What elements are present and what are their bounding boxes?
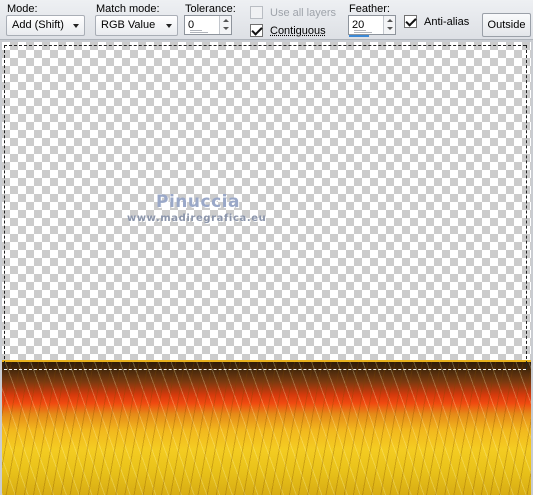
watermark-url: www.madiregrafica.eu — [127, 213, 267, 224]
feather-level-bar — [349, 35, 369, 37]
contiguous-checkbox[interactable] — [250, 24, 263, 37]
spin-up-icon — [223, 19, 229, 22]
mode-label: Mode: — [7, 3, 38, 15]
watermark-name: Pinuccia — [156, 192, 240, 212]
selection-marquee-top — [4, 45, 526, 46]
tool-options-bar: Mode: Add (Shift) Match mode: RGB Value … — [0, 0, 533, 40]
selection-marquee-bottom — [4, 369, 526, 370]
image-canvas[interactable]: Pinuccia www.madiregrafica.eu — [2, 42, 531, 495]
fire-ground-image — [2, 360, 531, 495]
match-mode-value: RGB Value — [101, 19, 156, 31]
anti-alias-checkbox[interactable] — [404, 15, 417, 28]
outside-button[interactable]: Outside — [482, 13, 531, 37]
anti-alias-label: Anti-alias — [424, 16, 470, 28]
use-all-layers-label: Use all layers — [270, 7, 337, 19]
tolerance-spinner[interactable] — [219, 16, 231, 34]
feather-spinner[interactable] — [383, 16, 395, 34]
ground-edge-line — [2, 360, 531, 362]
mode-dropdown[interactable]: Add (Shift) — [6, 15, 85, 36]
match-mode-label: Match mode: — [96, 3, 160, 15]
use-all-layers-checkbox[interactable] — [250, 6, 263, 19]
feather-label: Feather: — [349, 3, 390, 15]
contiguous-label: Contiguous — [270, 25, 326, 37]
selection-marquee-left — [4, 45, 5, 369]
tolerance-input[interactable]: 0 — [184, 15, 232, 35]
chevron-down-icon — [73, 24, 79, 28]
feather-input[interactable]: 20 — [348, 15, 396, 37]
chevron-down-icon — [166, 24, 172, 28]
spin-down-icon — [387, 27, 393, 30]
mode-value: Add (Shift) — [12, 19, 64, 31]
spin-up-icon — [387, 19, 393, 22]
spin-down-icon — [223, 27, 229, 30]
selection-marquee-right — [526, 45, 527, 369]
tolerance-label: Tolerance: — [185, 3, 236, 15]
match-mode-dropdown[interactable]: RGB Value — [95, 15, 178, 36]
